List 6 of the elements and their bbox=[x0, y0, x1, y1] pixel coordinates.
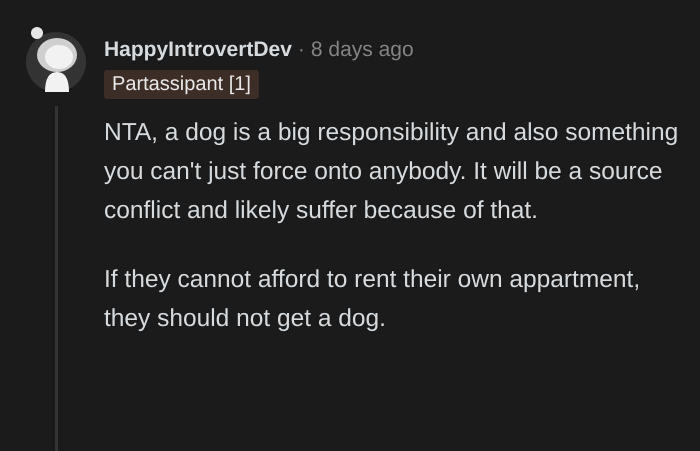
user-flair: Partassipant [1] bbox=[104, 70, 259, 99]
timestamp: 8 days ago bbox=[310, 38, 414, 62]
username[interactable]: HappyIntrovertDev bbox=[104, 38, 292, 62]
comment-paragraph: NTA, a dog is a big responsibility and also something you can't just force onto anybody. It will be a source conflict and likely suffer because of that. bbox=[104, 118, 680, 226]
separator-dot: · bbox=[298, 38, 305, 62]
comment-paragraph: If they cannot afford to rent their own appartment, they should not get a dog. bbox=[104, 265, 642, 334]
